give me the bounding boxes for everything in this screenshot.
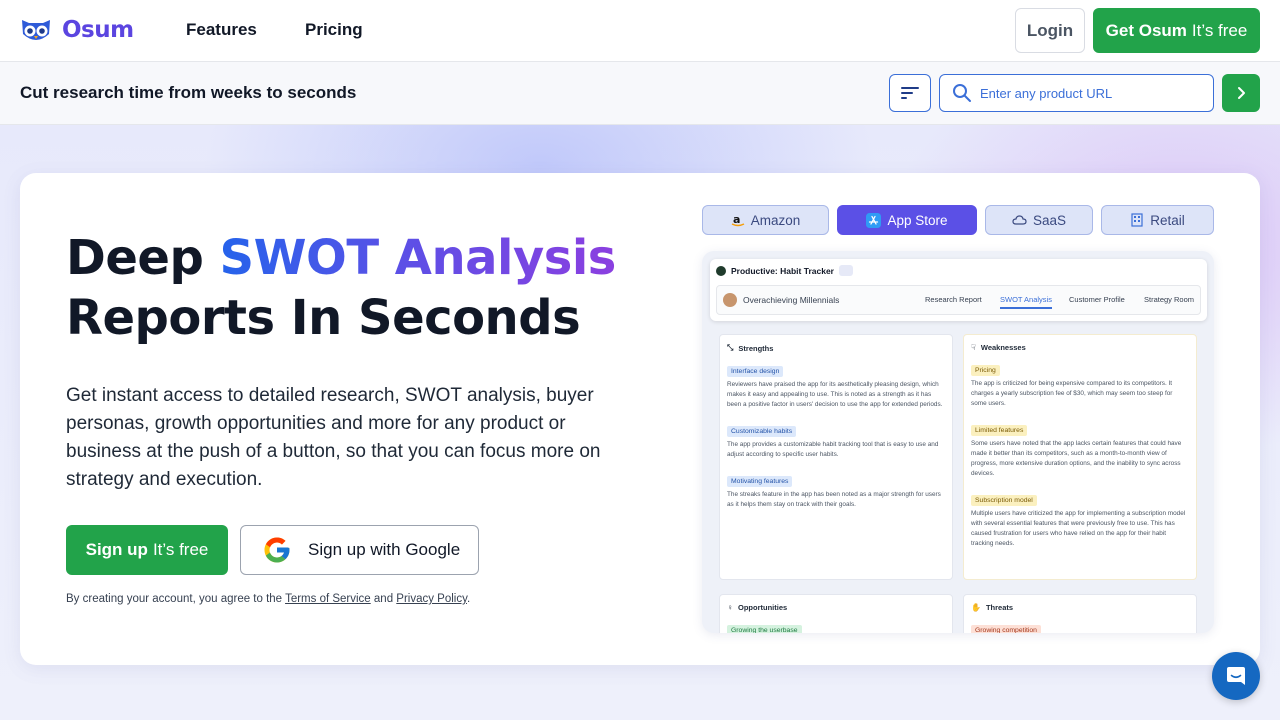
- url-search-bar: Cut research time from weeks to seconds: [0, 62, 1280, 125]
- threat-tag: Growing competition: [971, 625, 1041, 633]
- hero-headline: Deep SWOT Analysis Reports In Seconds: [66, 228, 666, 348]
- strength-tag: Motivating features: [727, 476, 793, 487]
- opportunities-title: ♀ Opportunities: [727, 603, 945, 612]
- threat-icon: ✋: [971, 603, 981, 612]
- svg-text:a: a: [733, 213, 740, 226]
- weakness-text: Multiple users have criticized the app f…: [971, 510, 1186, 547]
- threats-heading: Threats: [985, 603, 1014, 612]
- preview-tab-customer-profile: Customer Profile: [1069, 295, 1125, 304]
- terms-suffix: .: [467, 593, 471, 605]
- login-button[interactable]: Login: [1015, 8, 1085, 53]
- cloud-icon: [1012, 215, 1027, 225]
- headline-highlight: SWOT Analysis: [219, 230, 617, 286]
- strength-text: The app provides a customizable habit tr…: [727, 441, 939, 458]
- swot-threats-card: ✋ Threats Growing competition: [963, 594, 1197, 633]
- filter-lines-icon: [901, 87, 919, 99]
- app-store-icon: [866, 212, 882, 228]
- weakness-text: The app is criticized for being expensiv…: [971, 380, 1173, 407]
- headline-part-2: Reports In Seconds: [66, 290, 581, 346]
- weaknesses-heading: Weaknesses: [980, 343, 1026, 352]
- preview-persona: Overachieving Millennials: [723, 293, 839, 307]
- brand-name: Osum: [62, 17, 134, 43]
- preview-tab-research-report: Research Report: [925, 295, 982, 304]
- preview-app-name: Productive: Habit Tracker: [731, 265, 834, 276]
- trend-icon: [838, 265, 853, 276]
- tab-amazon[interactable]: a Amazon: [702, 205, 829, 235]
- get-osum-label: Get Osum: [1105, 20, 1187, 40]
- tab-retail-label: Retail: [1150, 212, 1185, 228]
- swot-report-preview: Productive: Habit Tracker Overachieving …: [702, 251, 1214, 633]
- thumbs-down-icon: ☟: [971, 343, 976, 352]
- privacy-policy-link[interactable]: Privacy Policy: [396, 593, 467, 605]
- get-osum-button[interactable]: Get Osum It’s free: [1093, 8, 1260, 53]
- opportunities-heading: Opportunities: [738, 603, 788, 612]
- strengths-heading: Strengths: [738, 343, 774, 353]
- filter-button[interactable]: [889, 74, 931, 112]
- weaknesses-title: ☟ Weaknesses: [971, 343, 1189, 352]
- preview-tab-swot-analysis: SWOT Analysis: [1000, 295, 1052, 309]
- terms-and: and: [370, 593, 397, 605]
- google-signup-label: Sign up with Google: [308, 540, 461, 559]
- get-osum-free-label: It’s free: [1191, 20, 1248, 40]
- url-input-container: [939, 74, 1214, 112]
- signup-button[interactable]: Sign up It’s free: [66, 525, 228, 575]
- product-url-input[interactable]: [980, 85, 1200, 101]
- opportunity-tag: Growing the userbase: [727, 625, 802, 633]
- google-icon: [264, 537, 290, 563]
- tab-app-store-label: App Store: [887, 212, 948, 228]
- submit-url-button[interactable]: [1222, 74, 1260, 112]
- tab-amazon-label: Amazon: [750, 212, 801, 228]
- chat-icon: [1227, 667, 1245, 685]
- weakness-tag: Pricing: [971, 365, 1000, 376]
- search-icon: [953, 84, 971, 102]
- subbar-title: Cut research time from weeks to seconds: [20, 83, 357, 102]
- signup-free-label: It’s free: [152, 540, 209, 559]
- preview-tab-strategy-room: Strategy Room: [1144, 295, 1195, 304]
- swot-weaknesses-card: ☟ Weaknesses Pricing The app is criticiz…: [963, 334, 1197, 580]
- threats-title: ✋ Threats: [971, 603, 1189, 612]
- top-navigation: Osum Features Pricing Login Get Osum It’…: [0, 0, 1280, 62]
- tab-saas-label: SaaS: [1032, 212, 1067, 228]
- headline-part-1: Deep: [66, 230, 220, 286]
- nav-link-features[interactable]: Features: [186, 20, 257, 40]
- chevron-right-icon: [1238, 87, 1245, 99]
- strength-text: The streaks feature in the app has been …: [727, 491, 941, 508]
- lightbulb-icon: ♀: [727, 603, 733, 612]
- preview-header: Productive: Habit Tracker Overachieving …: [710, 259, 1207, 321]
- strength-tag: Interface design: [727, 366, 784, 377]
- swot-strengths-card: ⤡ Strengths Interface design Reviewers h…: [719, 334, 953, 580]
- strength-tag: Customizable habits: [727, 426, 797, 437]
- weakness-tag: Limited features: [971, 425, 1028, 436]
- terms-notice: By creating your account, you agree to t…: [66, 593, 470, 605]
- preview-app-title: Productive: Habit Tracker: [716, 265, 853, 276]
- hero-description: Get instant access to detailed research,…: [66, 385, 601, 490]
- terms-of-service-link[interactable]: Terms of Service: [285, 593, 371, 605]
- app-logo-icon: [716, 265, 726, 276]
- tab-retail[interactable]: Retail: [1101, 205, 1214, 235]
- terms-prefix: By creating your account, you agree to t…: [66, 593, 286, 605]
- trend-arrows-icon: ⤡: [727, 343, 734, 352]
- nav-link-pricing[interactable]: Pricing: [305, 20, 363, 40]
- brand-logo[interactable]: Osum: [20, 16, 134, 44]
- building-icon: [1131, 213, 1143, 227]
- google-signup-button[interactable]: Sign up with Google: [240, 525, 479, 575]
- weakness-text: Some users have noted that the app lacks…: [971, 440, 1182, 477]
- preview-persona-name: Overachieving Millennials: [743, 295, 840, 305]
- signup-label: Sign up: [85, 540, 148, 559]
- persona-avatar: [723, 293, 737, 307]
- tab-saas[interactable]: SaaS: [985, 205, 1093, 235]
- swot-opportunities-card: ♀ Opportunities Growing the userbase: [719, 594, 953, 633]
- strengths-title: ⤡ Strengths: [727, 343, 945, 353]
- chat-support-button[interactable]: [1212, 652, 1260, 700]
- strength-text: Reviewers have praised the app for its a…: [727, 381, 943, 408]
- owl-logo-icon: [22, 20, 50, 40]
- weakness-tag: Subscription model: [971, 495, 1037, 506]
- tab-app-store[interactable]: App Store: [837, 205, 977, 235]
- amazon-icon: a: [731, 213, 745, 227]
- preview-persona-bar: Overachieving Millennials Research Repor…: [716, 285, 1201, 315]
